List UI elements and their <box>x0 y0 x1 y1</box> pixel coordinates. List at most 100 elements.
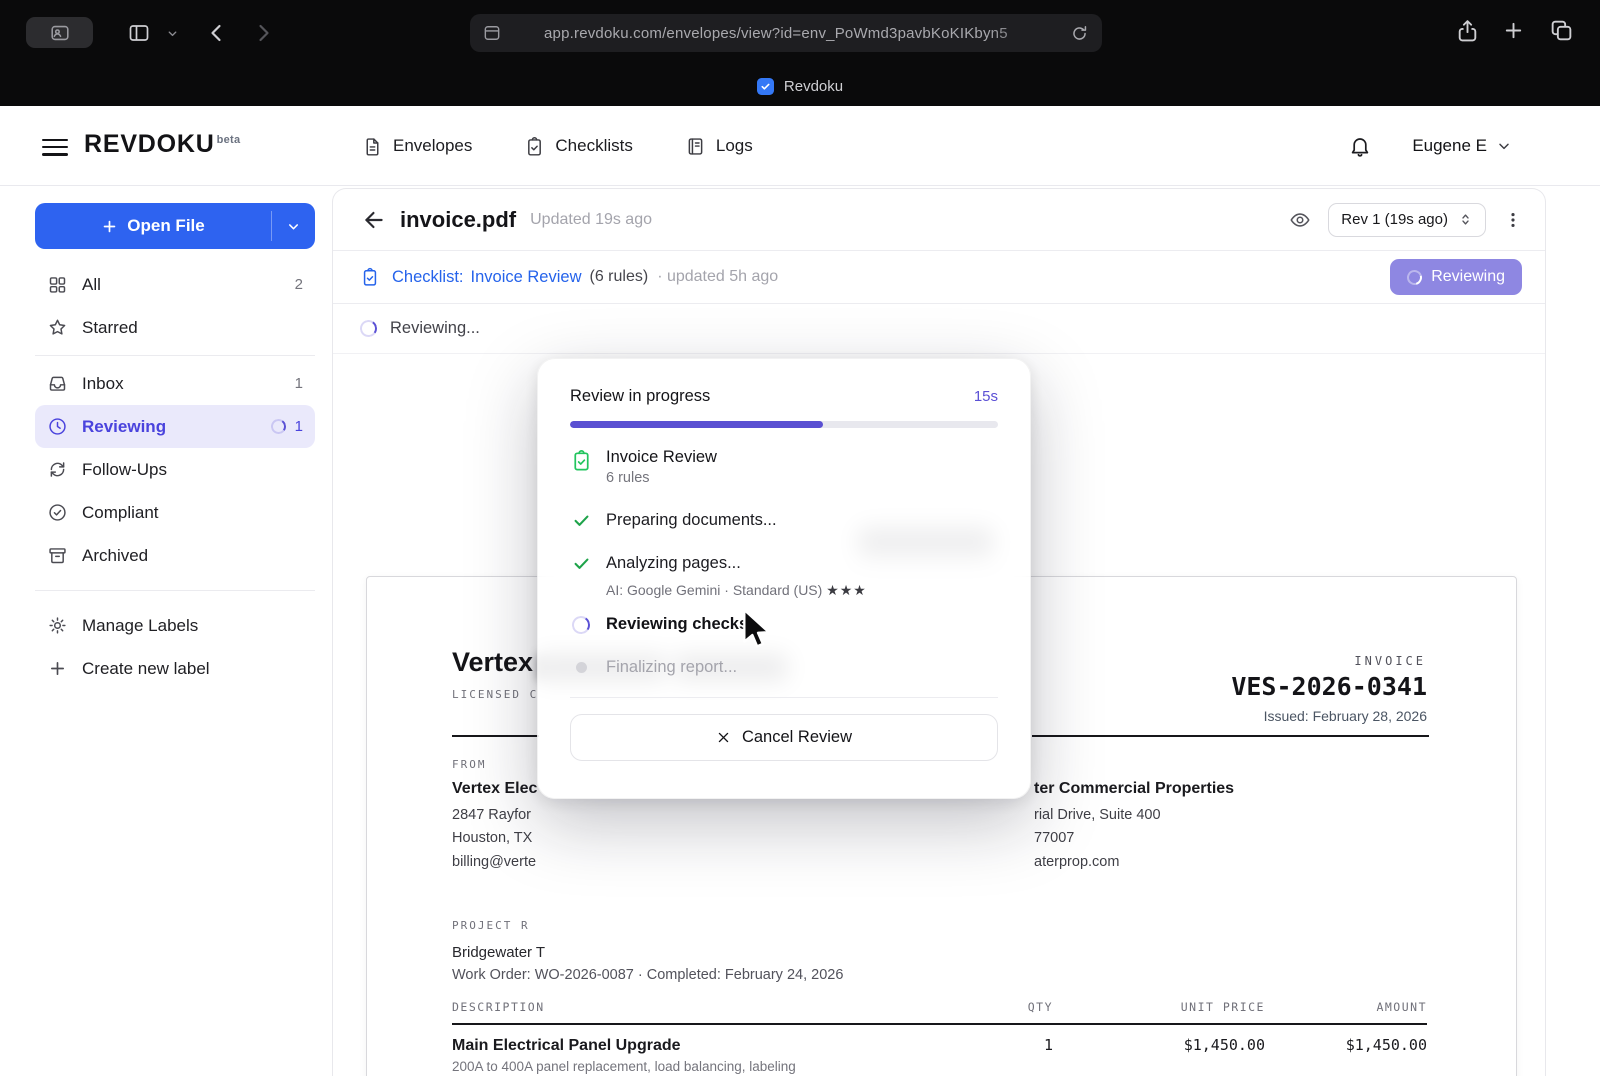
open-file-button[interactable]: Open File <box>35 203 271 249</box>
col-description: DESCRIPTION <box>452 1000 928 1014</box>
rating-stars: ★★★ <box>826 582 867 598</box>
cancel-review-label: Cancel Review <box>742 728 852 747</box>
line-item-qty: 1 <box>928 1036 1053 1055</box>
nav-label: Checklists <box>555 136 632 156</box>
sidebar-divider <box>35 590 315 591</box>
sidebar-item-label: Reviewing <box>82 417 166 437</box>
sidebar-item-all[interactable]: All 2 <box>35 263 315 306</box>
new-tab-icon[interactable] <box>1502 18 1527 43</box>
notifications-bell-icon[interactable] <box>1348 134 1372 158</box>
nav-label: Envelopes <box>393 136 472 156</box>
plus-icon <box>47 658 68 679</box>
tab-overview-icon[interactable] <box>1549 18 1574 43</box>
sidebar-item-inbox[interactable]: Inbox 1 <box>35 362 315 405</box>
sidebar-item-manage-labels[interactable]: Manage Labels <box>35 604 315 647</box>
step-finalizing: Finalizing report... <box>570 646 998 689</box>
sidebar-item-archived[interactable]: Archived <box>35 534 315 577</box>
invoice-license-line: LICENSED C <box>452 688 538 701</box>
mouse-cursor <box>736 606 776 654</box>
status-spinner-icon <box>359 319 379 339</box>
sidebar-item-count: 2 <box>295 276 303 293</box>
invoice-number: VES-2026-0341 <box>1231 672 1427 701</box>
sidebar-item-label: Create new label <box>82 659 210 679</box>
sidebar-list: All 2 Starred Inbox 1 Reviewing 1 <box>35 263 315 690</box>
nav-checklists[interactable]: Checklists <box>524 136 632 157</box>
step-sub-detail: AI: Google Gemini · Standard (US) ★★★ <box>606 582 998 599</box>
tab-title[interactable]: Revdoku <box>784 78 843 95</box>
step-spinner-icon <box>571 614 592 635</box>
profile-window-icon <box>49 22 71 44</box>
url-bar[interactable]: app.revdoku.com/envelopes/view?id=env_Po… <box>470 14 1102 52</box>
badge-spinner-icon <box>1404 267 1424 287</box>
sidebar-item-starred[interactable]: Starred <box>35 306 315 349</box>
nav-logs[interactable]: Logs <box>685 136 753 157</box>
review-progress-modal: Review in progress 15s Invoice Review 6 … <box>537 358 1031 799</box>
inbox-icon <box>47 373 68 394</box>
url-fade <box>986 14 1066 52</box>
from-line: Vertex Elec <box>452 780 537 798</box>
clipboard-check-icon <box>524 136 545 157</box>
user-menu[interactable]: Eugene E <box>1412 130 1512 162</box>
ai-model-detail: AI: Google Gemini · Standard (US) <box>606 582 822 598</box>
invoice-company: Vertex <box>452 647 533 678</box>
sidebar-item-count: 1 <box>295 375 303 392</box>
sidebar-item-compliant[interactable]: Compliant <box>35 491 315 534</box>
back-arrow-icon[interactable] <box>361 207 387 233</box>
step-preparing: Preparing documents... <box>570 499 998 542</box>
sidebar-item-label: Inbox <box>82 374 124 394</box>
preview-eye-icon[interactable] <box>1289 209 1311 231</box>
sidebar-item-label: Follow-Ups <box>82 460 167 480</box>
clipboard-check-icon <box>570 449 593 472</box>
site-icon <box>482 23 502 43</box>
reviewing-status-badge: Reviewing <box>1390 259 1522 295</box>
sidebar-item-reviewing[interactable]: Reviewing 1 <box>35 405 315 448</box>
open-file-split-button: Open File <box>35 203 315 249</box>
nav-envelopes[interactable]: Envelopes <box>362 136 472 157</box>
clock-icon <box>47 416 68 437</box>
open-file-dropdown[interactable] <box>272 203 315 249</box>
sidebar-item-label: Compliant <box>82 503 159 523</box>
document-updated: Updated 19s ago <box>530 211 652 229</box>
beta-badge: beta <box>217 134 241 146</box>
tab-favicon-checkbox <box>757 78 774 95</box>
menu-icon[interactable] <box>42 134 68 158</box>
from-line: billing@verte <box>452 854 536 870</box>
sidebar-item-label: Archived <box>82 546 148 566</box>
profile-tab-button[interactable] <box>26 17 93 48</box>
sidebar-item-count: 1 <box>295 418 303 435</box>
top-navigation: Envelopes Checklists Logs <box>362 106 753 186</box>
project-line: Work Order: WO-2026-0087 · Completed: Fe… <box>452 967 843 983</box>
grid-icon <box>47 274 68 295</box>
check-circle-icon <box>47 502 68 523</box>
tab-bar: Revdoku <box>0 66 1600 106</box>
more-options-icon[interactable] <box>1503 209 1523 231</box>
invoice-table-header: DESCRIPTION QTY UNIT PRICE AMOUNT <box>452 1000 1427 1025</box>
step-label: Finalizing report... <box>606 658 737 677</box>
sidebar-toggle-icon[interactable] <box>126 21 152 45</box>
reload-icon[interactable] <box>1070 23 1090 43</box>
check-icon <box>572 554 591 573</box>
toolbar-chevron-icon[interactable] <box>164 27 180 39</box>
invoice-table: DESCRIPTION QTY UNIT PRICE AMOUNT Main E… <box>452 1000 1427 1076</box>
logbook-icon <box>685 136 706 157</box>
share-icon[interactable] <box>1455 18 1480 43</box>
checklist-clipboard-icon <box>360 267 380 287</box>
sidebar-divider <box>35 355 315 356</box>
sidebar-item-create-label[interactable]: Create new label <box>35 647 315 690</box>
document-actions: Rev 1 (19s ago) <box>1289 203 1523 237</box>
divider-rule <box>1032 735 1429 737</box>
browser-forward-icon[interactable] <box>250 20 276 46</box>
sidebar-item-label: Manage Labels <box>82 616 198 636</box>
modal-header: Review in progress 15s <box>570 387 998 406</box>
revision-selector[interactable]: Rev 1 (19s ago) <box>1328 203 1486 237</box>
sidebar-item-follow-ups[interactable]: Follow-Ups <box>35 448 315 491</box>
bill-to-line: rial Drive, Suite 400 <box>1034 807 1161 823</box>
browser-back-icon[interactable] <box>204 20 230 46</box>
cancel-review-button[interactable]: Cancel Review <box>570 714 998 761</box>
checklist-name-link[interactable]: Invoice Review <box>471 268 582 287</box>
progress-fill <box>570 421 823 428</box>
archive-icon <box>47 545 68 566</box>
checklist-label: Checklist: <box>392 268 464 287</box>
modal-steps: Preparing documents... Analyzing pages..… <box>570 499 998 689</box>
chevron-down-icon <box>286 219 301 234</box>
